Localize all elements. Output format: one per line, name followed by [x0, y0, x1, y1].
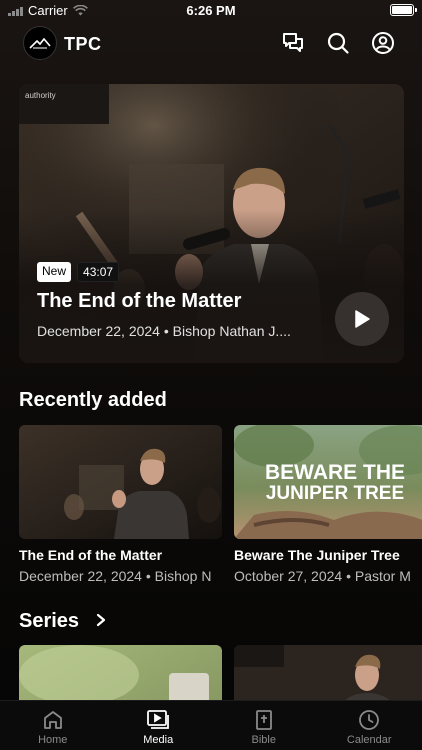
series-heading[interactable]: Series — [19, 610, 79, 633]
media-thumbnail — [19, 425, 222, 539]
media-card[interactable]: BEWARE THE JUNIPER TREE Beware The Junip… — [234, 425, 422, 584]
chevron-right-icon[interactable] — [95, 613, 107, 627]
tab-bar: Home Media Bible Calendar — [0, 700, 422, 750]
media-title: Beware The Juniper Tree — [234, 547, 400, 563]
hero-meta: December 22, 2024 • Bishop Nathan J.... — [37, 323, 291, 339]
thumb-title-line1: BEWARE THE — [265, 461, 405, 484]
recently-added-row: The End of the Matter December 22, 2024 … — [19, 425, 422, 584]
chat-icon[interactable] — [281, 31, 305, 55]
tpc-logo[interactable] — [23, 26, 57, 60]
tab-home-label: Home — [38, 734, 68, 746]
media-icon — [147, 710, 170, 729]
app-header: TPC — [0, 24, 422, 64]
profile-icon[interactable] — [371, 31, 395, 55]
media-card[interactable]: The End of the Matter December 22, 2024 … — [19, 425, 222, 584]
tab-bible[interactable]: Bible — [211, 701, 317, 750]
battery-icon — [390, 4, 417, 16]
tab-calendar-label: Calendar — [346, 734, 392, 746]
thumb-title-line2: JUNIPER TREE — [266, 483, 404, 504]
hero-badges: New 43:07 — [37, 262, 120, 282]
media-title: The End of the Matter — [19, 547, 163, 563]
status-bar: Carrier 6:26 PM — [0, 0, 422, 22]
media-meta: October 27, 2024 • Pastor M — [234, 568, 411, 584]
home-icon — [43, 711, 62, 729]
brand-name: TPC — [64, 34, 102, 54]
logo-mountain-icon — [29, 37, 51, 49]
app-screen: Carrier 6:26 PM TPC New 43:07 The End of… — [0, 0, 422, 750]
tab-media-label: Media — [143, 734, 174, 746]
play-button[interactable] — [335, 292, 389, 346]
recently-added-heading: Recently added — [19, 389, 167, 411]
tab-media[interactable]: Media — [106, 701, 212, 750]
status-time: 6:26 PM — [186, 3, 236, 18]
search-icon[interactable] — [326, 31, 350, 55]
media-meta: December 22, 2024 • Bishop N — [19, 568, 212, 584]
tab-bible-label: Bible — [251, 734, 276, 746]
featured-sermon-card[interactable]: authority New 43:07 The End of the Matte… — [19, 84, 404, 363]
bible-icon — [255, 710, 272, 730]
duration-badge: 43:07 — [77, 262, 120, 282]
tab-home[interactable]: Home — [0, 701, 106, 750]
calendar-icon — [359, 710, 380, 730]
tab-calendar[interactable]: Calendar — [317, 701, 422, 750]
play-icon — [355, 310, 370, 328]
media-thumbnail: BEWARE THE JUNIPER TREE — [234, 425, 422, 539]
hero-title: The End of the Matter — [37, 290, 242, 312]
new-badge: New — [37, 262, 72, 282]
